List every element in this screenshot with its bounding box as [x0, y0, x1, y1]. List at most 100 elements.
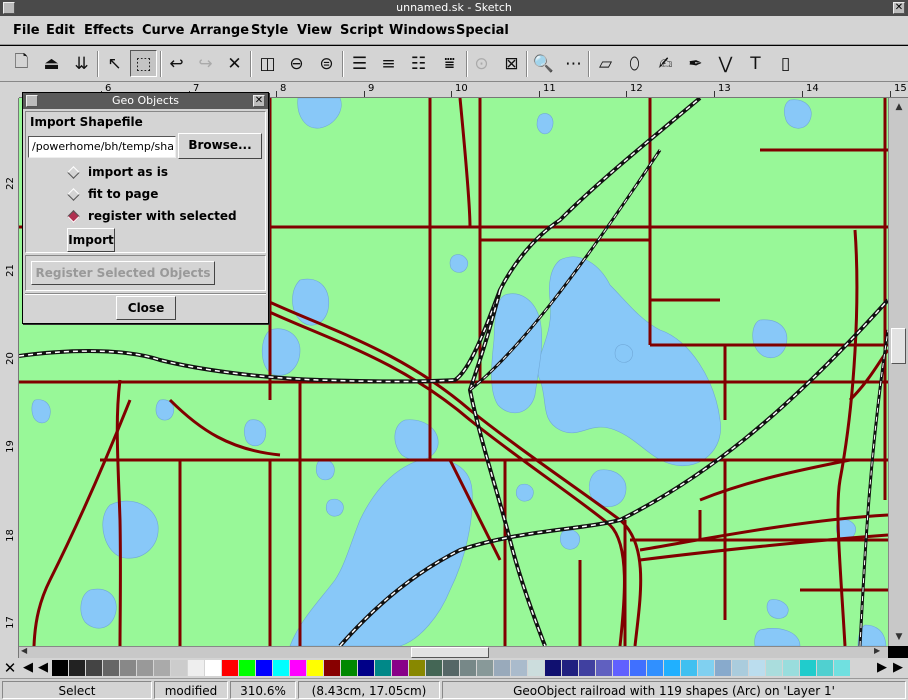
menu-file[interactable]: File — [13, 23, 40, 38]
browse-button[interactable]: Browse... — [178, 133, 262, 159]
color-swatch[interactable] — [290, 660, 306, 676]
menu-edit[interactable]: Edit — [46, 23, 75, 38]
color-swatch[interactable] — [307, 660, 323, 676]
close-button[interactable]: Close — [116, 296, 176, 320]
color-swatch[interactable] — [52, 660, 68, 676]
color-swatch[interactable] — [392, 660, 408, 676]
select-icon[interactable]: ⬚ — [130, 50, 157, 77]
radio-register-with-selected[interactable]: register with selected — [67, 209, 237, 223]
color-swatch[interactable] — [749, 660, 765, 676]
dialog-close-icon[interactable]: ✕ — [253, 95, 265, 107]
color-swatch[interactable] — [222, 660, 238, 676]
color-swatch[interactable] — [375, 660, 391, 676]
color-swatch[interactable] — [698, 660, 714, 676]
polyline-tool-icon[interactable]: ⋁ — [712, 50, 739, 77]
redo-icon[interactable]: ↪ — [192, 50, 219, 77]
color-swatch[interactable] — [511, 660, 527, 676]
color-swatch[interactable] — [664, 660, 680, 676]
menu-effects[interactable]: Effects — [84, 23, 134, 38]
color-swatch[interactable] — [783, 660, 799, 676]
color-swatch[interactable] — [460, 660, 476, 676]
menu-curve[interactable]: Curve — [142, 23, 185, 38]
color-swatch[interactable] — [205, 660, 221, 676]
ellipse-tool-icon[interactable]: ⬯ — [621, 50, 648, 77]
save-icon[interactable]: ⇊ — [68, 50, 95, 77]
color-swatch[interactable] — [409, 660, 425, 676]
zoom-icon[interactable]: 🔍 — [530, 50, 557, 77]
color-swatch[interactable] — [188, 660, 204, 676]
radio-import-as-is[interactable]: import as is — [67, 165, 168, 179]
color-swatch[interactable] — [766, 660, 782, 676]
scroll-up-icon[interactable]: ▲ — [891, 100, 907, 114]
align-center-icon[interactable]: ≡ — [375, 50, 402, 77]
color-swatch[interactable] — [647, 660, 663, 676]
menu-windows[interactable]: Windows — [389, 23, 455, 38]
color-swatch[interactable] — [834, 660, 850, 676]
menu-style[interactable]: Style — [251, 23, 288, 38]
flip-horizontal-icon[interactable]: ◫ — [254, 50, 281, 77]
dialog-menu-icon[interactable] — [26, 95, 38, 107]
new-document-icon[interactable]: 🗋 — [8, 50, 35, 77]
color-swatch[interactable] — [596, 660, 612, 676]
pen-tool-icon[interactable]: ✒ — [682, 50, 709, 77]
color-swatch[interactable] — [273, 660, 289, 676]
align-right-icon[interactable]: ☷ — [405, 50, 432, 77]
window-close-icon[interactable]: ✕ — [893, 2, 905, 14]
flip-vertical-icon[interactable]: ⊖ — [283, 50, 310, 77]
color-swatch[interactable] — [239, 660, 255, 676]
color-swatch[interactable] — [69, 660, 85, 676]
vertical-ruler[interactable]: 22 21 20 19 18 17 — [0, 98, 19, 658]
color-swatch[interactable] — [358, 660, 374, 676]
color-swatch[interactable] — [528, 660, 544, 676]
color-swatch[interactable] — [443, 660, 459, 676]
palette-right-icon[interactable]: ▶ — [891, 660, 905, 676]
edit-nodes-icon[interactable]: ↖ — [101, 50, 128, 77]
no-color-icon[interactable]: ✕ — [2, 659, 18, 677]
vertical-scrollbar[interactable]: ▲ ▼ — [888, 98, 908, 646]
color-swatch[interactable] — [86, 660, 102, 676]
menu-script[interactable]: Script — [340, 23, 383, 38]
open-icon[interactable]: ⏏ — [38, 50, 65, 77]
color-swatch[interactable] — [103, 660, 119, 676]
color-swatch[interactable] — [477, 660, 493, 676]
color-swatch[interactable] — [715, 660, 731, 676]
scroll-down-icon[interactable]: ▼ — [891, 630, 907, 644]
color-swatch[interactable] — [545, 660, 561, 676]
align-left-icon[interactable]: ☰ — [346, 50, 373, 77]
menu-arrange[interactable]: Arrange — [190, 23, 249, 38]
image-tool-icon[interactable]: ▯ — [772, 50, 799, 77]
freehand-tool-icon[interactable]: ✍ — [652, 50, 679, 77]
rotate-icon[interactable]: ⊜ — [313, 50, 340, 77]
align-bottom-icon[interactable]: ⩸ — [436, 50, 463, 77]
color-swatch[interactable] — [732, 660, 748, 676]
color-swatch[interactable] — [562, 660, 578, 676]
palette-left-icon[interactable]: ◀ — [21, 660, 35, 676]
palette-left-icon[interactable]: ◀ — [36, 660, 50, 676]
shapefile-path-input[interactable]: /powerhome/bh/temp/sha — [28, 136, 176, 158]
rectangle-tool-icon[interactable]: ▱ — [592, 50, 619, 77]
color-swatch[interactable] — [426, 660, 442, 676]
color-swatch[interactable] — [817, 660, 833, 676]
color-swatch[interactable] — [800, 660, 816, 676]
color-swatch[interactable] — [494, 660, 510, 676]
undo-icon[interactable]: ↩ — [163, 50, 190, 77]
grid-icon[interactable]: ⋯ — [560, 50, 587, 77]
horizontal-scroll-thumb[interactable] — [411, 647, 489, 658]
color-swatch[interactable] — [613, 660, 629, 676]
color-swatch[interactable] — [630, 660, 646, 676]
color-swatch[interactable] — [120, 660, 136, 676]
horizontal-scrollbar[interactable]: ◀ ▶ — [19, 646, 888, 658]
ungroup-icon[interactable]: ⊠ — [498, 50, 525, 77]
color-swatch[interactable] — [137, 660, 153, 676]
color-swatch[interactable] — [256, 660, 272, 676]
color-swatch[interactable] — [341, 660, 357, 676]
menu-view[interactable]: View — [297, 23, 332, 38]
color-swatch[interactable] — [154, 660, 170, 676]
text-tool-icon[interactable]: T — [742, 50, 769, 77]
color-swatch[interactable] — [579, 660, 595, 676]
scroll-left-icon[interactable]: ◀ — [21, 646, 33, 655]
palette-right-icon[interactable]: ▶ — [875, 660, 889, 676]
register-selected-objects-button[interactable]: Register Selected Objects — [31, 261, 215, 285]
color-swatch[interactable] — [324, 660, 340, 676]
scroll-right-icon[interactable]: ▶ — [874, 646, 886, 655]
